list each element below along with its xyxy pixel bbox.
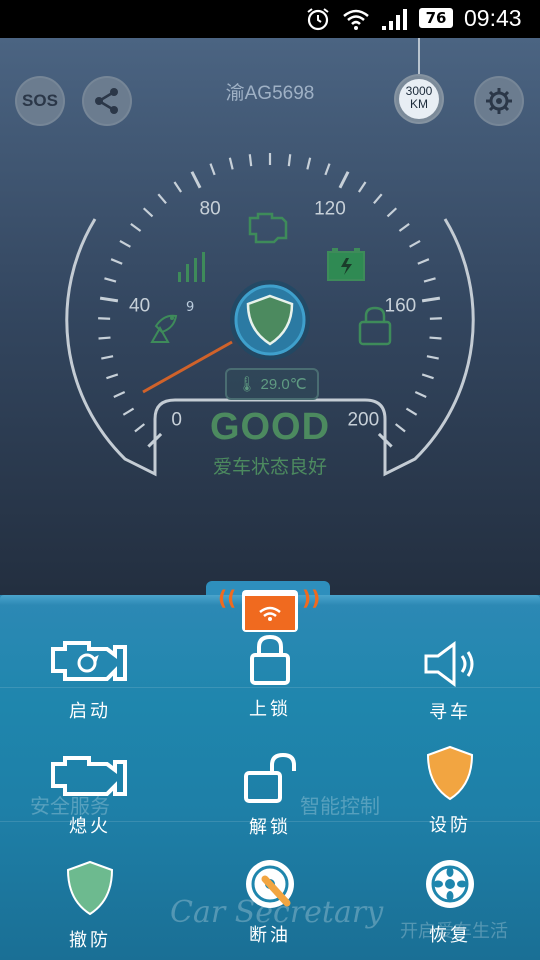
wheel-icon bbox=[426, 860, 474, 908]
gauge-tick bbox=[190, 171, 202, 189]
gauge-tick bbox=[414, 390, 427, 399]
gauge-tick bbox=[101, 355, 114, 360]
engine-off-button[interactable]: 熄火 bbox=[15, 750, 165, 838]
disarm-button[interactable]: 撤防 bbox=[15, 860, 165, 952]
gauge-tick bbox=[421, 296, 441, 303]
gauge-tick bbox=[98, 336, 111, 340]
unlock-icon bbox=[244, 752, 296, 803]
control-label: 恢复 bbox=[429, 925, 471, 946]
gauge-tick bbox=[99, 296, 119, 303]
status-title: GOOD bbox=[209, 406, 331, 448]
control-label: 设防 bbox=[429, 815, 471, 836]
control-label: 寻车 bbox=[429, 702, 471, 723]
restore-button[interactable]: 恢复 bbox=[375, 857, 525, 947]
gauge-tick bbox=[398, 223, 410, 232]
control-label: 熄火 bbox=[69, 816, 111, 837]
temperature-value: 29.0℃ bbox=[260, 376, 307, 393]
fuel-cut-button[interactable]: 断油 bbox=[195, 857, 345, 947]
gauge-tick bbox=[409, 239, 421, 248]
status-bar: 76 09:43 bbox=[0, 0, 540, 38]
gauge-tick bbox=[119, 239, 131, 248]
gauge-tick-label: 80 bbox=[200, 198, 221, 219]
lock-icon bbox=[250, 634, 290, 685]
satellite-icon bbox=[150, 314, 178, 343]
control-label: 启动 bbox=[69, 701, 111, 722]
gauge-tick bbox=[110, 258, 123, 265]
control-label: 撤防 bbox=[69, 930, 111, 951]
find-car-button[interactable]: 寻车 bbox=[375, 640, 525, 724]
phone-icon[interactable] bbox=[242, 590, 298, 632]
wifi-icon bbox=[343, 9, 369, 30]
battery-indicator: 76 bbox=[419, 8, 453, 28]
gauge-tick bbox=[426, 355, 439, 360]
control-panel: 安全服务 智能控制 开启爱车生活 Car Secretary 启动 上锁 寻车 … bbox=[0, 595, 540, 960]
gauge-tick bbox=[324, 163, 331, 176]
engine-warning-icon bbox=[248, 212, 288, 244]
arm-button[interactable]: 设防 bbox=[375, 745, 525, 837]
signal-strength-icon bbox=[178, 252, 205, 282]
gauge-tick bbox=[157, 193, 167, 205]
gauge-tick bbox=[113, 390, 126, 399]
temperature-badge: 🌡 29.0℃ bbox=[225, 368, 319, 400]
gauge-tick bbox=[429, 336, 442, 340]
gauge-tick bbox=[173, 181, 183, 193]
gauge-tick bbox=[142, 207, 154, 218]
signal-wave-left-icon: (( bbox=[218, 586, 237, 610]
battery-warning-icon bbox=[327, 248, 365, 281]
gauge-tick bbox=[306, 157, 312, 170]
lock-button[interactable]: 上锁 bbox=[195, 634, 345, 721]
control-label: 上锁 bbox=[249, 699, 291, 720]
satellite-count: 9 bbox=[186, 300, 195, 315]
signal-wave-right-icon: )) bbox=[302, 586, 321, 610]
gauge-tick bbox=[421, 373, 434, 380]
shield-orange-icon bbox=[426, 745, 474, 801]
gauge-tick bbox=[248, 154, 253, 167]
gauge-tick bbox=[106, 373, 119, 380]
engine-start-icon bbox=[51, 641, 127, 681]
thermometer-icon: 🌡 bbox=[237, 376, 257, 393]
wifi-small-icon bbox=[259, 606, 281, 621]
status-subtitle: 爱车状态良好 bbox=[212, 456, 327, 478]
signal-icon bbox=[382, 9, 407, 30]
gauge-tick bbox=[417, 258, 430, 265]
gauge-tick bbox=[130, 223, 142, 232]
control-label: 解锁 bbox=[249, 817, 291, 838]
gauge-tick-label: 40 bbox=[129, 295, 150, 316]
gauge-needle bbox=[142, 340, 233, 394]
gauge-tick bbox=[373, 193, 383, 205]
gauge-tick-label: 160 bbox=[385, 295, 417, 316]
app-screen: SOS 渝AG5698 3000 KM 0 40 80 120 160 200 … bbox=[0, 38, 540, 960]
gauge-tick bbox=[287, 154, 292, 167]
gauge-tick bbox=[104, 277, 117, 283]
control-label: 断油 bbox=[249, 925, 291, 946]
engine-off-icon bbox=[51, 756, 127, 796]
alarm-icon bbox=[307, 8, 329, 31]
gauge-tick-label: 120 bbox=[314, 198, 346, 219]
unlock-button[interactable]: 解锁 bbox=[195, 752, 345, 839]
gauge-tick bbox=[209, 163, 216, 176]
clock: 09:43 bbox=[464, 5, 522, 31]
gauge-tick bbox=[338, 171, 350, 189]
fuel-cut-icon bbox=[246, 860, 294, 908]
gauge-tick bbox=[386, 207, 398, 218]
gauge-tick bbox=[357, 181, 367, 193]
speaker-icon bbox=[424, 641, 474, 687]
gauge-tick bbox=[228, 157, 234, 170]
start-engine-button[interactable]: 启动 bbox=[15, 635, 165, 723]
shield-green-icon bbox=[66, 860, 114, 916]
gauge-tick bbox=[423, 277, 436, 283]
